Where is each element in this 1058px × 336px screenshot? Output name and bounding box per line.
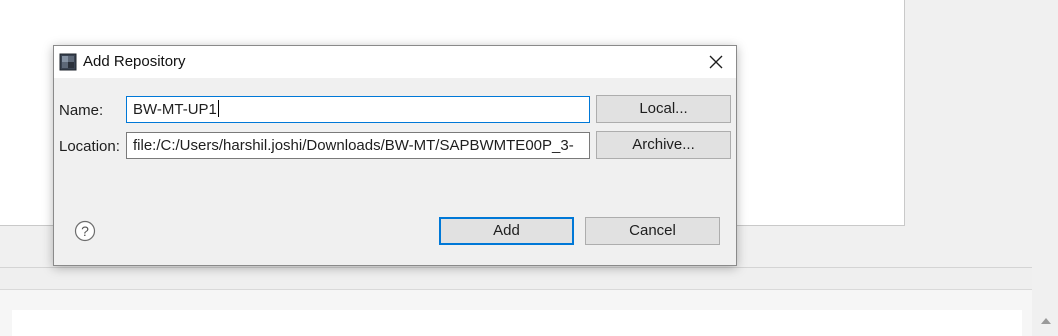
background-vertical-scrollbar[interactable] [1032, 0, 1058, 336]
name-input-value: BW-MT-UP1 [133, 101, 217, 118]
add-button[interactable]: Add [439, 217, 574, 245]
background-lower-content [12, 310, 1022, 336]
local-button[interactable]: Local... [596, 95, 731, 123]
help-icon[interactable]: ? [74, 220, 96, 242]
archive-button[interactable]: Archive... [596, 131, 731, 159]
cancel-button[interactable]: Cancel [585, 217, 720, 245]
location-input-value: file:/C:/Users/harshil.joshi/Downloads/B… [133, 137, 574, 154]
dialog-titlebar[interactable]: Add Repository [54, 46, 736, 78]
text-caret [217, 100, 219, 117]
location-label: Location: [59, 138, 120, 155]
add-repository-dialog: Add Repository Name: BW-MT-UP1 Local... … [53, 45, 737, 266]
dialog-title: Add Repository [83, 53, 186, 70]
repository-icon [59, 53, 77, 71]
location-input[interactable]: file:/C:/Users/harshil.joshi/Downloads/B… [126, 132, 590, 159]
name-input[interactable]: BW-MT-UP1 [126, 96, 590, 123]
svg-text:?: ? [81, 223, 89, 239]
background-tab-strip [0, 268, 1058, 290]
name-label: Name: [59, 102, 104, 119]
close-button[interactable] [696, 46, 736, 78]
scroll-up-arrow-icon[interactable] [1041, 318, 1051, 324]
close-icon [709, 55, 723, 69]
